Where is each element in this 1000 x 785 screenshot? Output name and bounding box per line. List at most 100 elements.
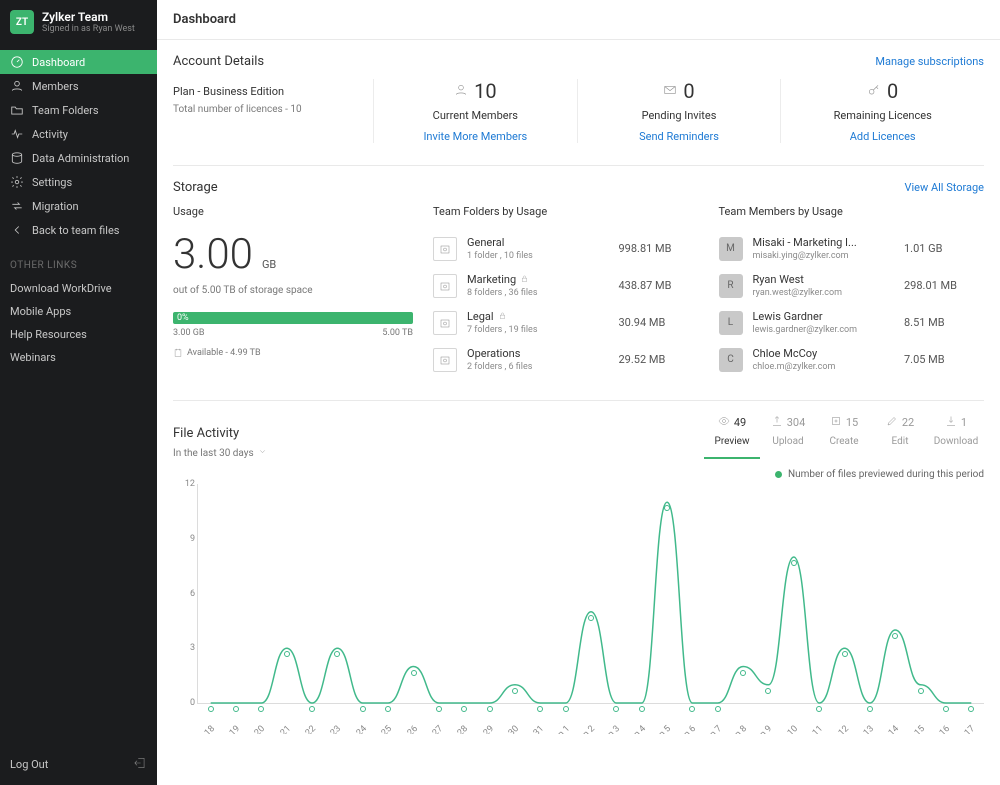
manage-subscriptions-link[interactable]: Manage subscriptions bbox=[875, 55, 984, 68]
add-licences-link[interactable]: Add Licences bbox=[789, 130, 976, 143]
account-row: Plan - Business Edition Total number of … bbox=[173, 79, 984, 166]
tab-preview[interactable]: 49Preview bbox=[704, 411, 760, 459]
x-tick: Jun 13 bbox=[850, 724, 876, 734]
sidebar-item-label: Members bbox=[32, 80, 79, 93]
sidebar-link-help[interactable]: Help Resources bbox=[0, 323, 157, 346]
tab-download[interactable]: 1Download bbox=[928, 411, 984, 459]
tab-label: Edit bbox=[872, 436, 928, 447]
x-tick: May 25 bbox=[366, 724, 394, 734]
arrow-left-icon bbox=[10, 223, 24, 237]
tab-upload[interactable]: 304Upload bbox=[760, 411, 816, 459]
folder-row[interactable]: General1 folder , 10 files998.81 MB bbox=[433, 230, 699, 267]
storage-section-header: Storage View All Storage bbox=[173, 180, 984, 195]
send-reminders-link[interactable]: Send Reminders bbox=[586, 130, 773, 143]
chart-legend: Number of files previewed during this pe… bbox=[173, 469, 984, 480]
sidebar-item-back[interactable]: Back to team files bbox=[0, 218, 157, 242]
stat-pending-invites: 0 Pending Invites Send Reminders bbox=[577, 79, 781, 143]
member-row[interactable]: MMisaki - Marketing I...misaki.ying@zylk… bbox=[719, 230, 985, 267]
data-point bbox=[512, 688, 518, 694]
sidebar-link-mobile[interactable]: Mobile Apps bbox=[0, 300, 157, 323]
x-tick: Jun 17 bbox=[951, 724, 977, 734]
gear-icon bbox=[10, 175, 24, 189]
plus-box-icon bbox=[830, 415, 842, 430]
usage-title: Usage bbox=[173, 205, 413, 218]
folder-icon bbox=[433, 311, 457, 335]
sidebar-item-data-admin[interactable]: Data Administration bbox=[0, 146, 157, 170]
member-row[interactable]: CChloe McCoychloe.m@zylker.com7.05 MB bbox=[719, 341, 985, 378]
activity-period-dropdown[interactable]: In the last 30 days bbox=[173, 447, 267, 459]
sidebar-item-dashboard[interactable]: Dashboard bbox=[0, 50, 157, 74]
sidebar-item-label: Team Folders bbox=[32, 104, 99, 117]
storage-title: Storage bbox=[173, 180, 218, 195]
member-row[interactable]: LLewis Gardnerlewis.gardner@zylker.com8.… bbox=[719, 304, 985, 341]
folder-name: General bbox=[467, 236, 619, 249]
data-point bbox=[765, 688, 771, 694]
member-email: lewis.gardner@zylker.com bbox=[753, 325, 905, 335]
folder-row[interactable]: Legal7 folders , 19 files30.94 MB bbox=[433, 304, 699, 341]
account-title: Account Details bbox=[173, 54, 264, 69]
sidebar-header: ZT Zylker Team Signed in as Ryan West bbox=[0, 0, 157, 44]
sidebar-item-members[interactable]: Members bbox=[0, 74, 157, 98]
tab-count: 15 bbox=[846, 416, 858, 429]
logout-link[interactable]: Log Out bbox=[10, 758, 48, 771]
x-tick: Jun 6 bbox=[676, 724, 699, 734]
sidebar-item-team-folders[interactable]: Team Folders bbox=[0, 98, 157, 122]
tab-label: Download bbox=[928, 436, 984, 447]
key-icon bbox=[867, 83, 881, 100]
x-tick: Jun 12 bbox=[824, 724, 850, 734]
page-title: Dashboard bbox=[157, 0, 1000, 40]
stat-value: 0 bbox=[887, 79, 898, 103]
folder-row[interactable]: Marketing8 folders , 36 files438.87 MB bbox=[433, 267, 699, 304]
y-tick: 3 bbox=[190, 643, 195, 653]
content: Account Details Manage subscriptions Pla… bbox=[157, 40, 1000, 734]
stat-value: 0 bbox=[683, 79, 694, 103]
activity-tabs: 49Preview304Upload 15 Create22Edit1Downloa… bbox=[704, 411, 984, 459]
member-size: 8.51 MB bbox=[904, 316, 984, 329]
x-tick: May 19 bbox=[214, 724, 242, 734]
avatar: L bbox=[719, 311, 743, 335]
sidebar-item-activity[interactable]: Activity bbox=[0, 122, 157, 146]
y-tick: 6 bbox=[190, 589, 195, 599]
sidebar-item-settings[interactable]: Settings bbox=[0, 170, 157, 194]
tab-create[interactable]: 15 Create bbox=[816, 411, 872, 459]
usage-value: 3.00 bbox=[173, 230, 253, 279]
data-point bbox=[284, 651, 290, 657]
lock-icon bbox=[498, 310, 507, 323]
database-icon bbox=[10, 151, 24, 165]
x-tick: Jun 4 bbox=[625, 724, 648, 734]
member-email: chloe.m@zylker.com bbox=[753, 362, 905, 372]
sidebar-item-migration[interactable]: Migration bbox=[0, 194, 157, 218]
x-tick: Jun 7 bbox=[701, 724, 724, 734]
folder-sub: 1 folder , 10 files bbox=[467, 251, 619, 261]
folder-sub: 7 folders , 19 files bbox=[467, 325, 619, 335]
members-title: Team Members by Usage bbox=[719, 205, 985, 218]
stat-value: 10 bbox=[474, 79, 496, 103]
sidebar-item-label: Dashboard bbox=[32, 56, 85, 69]
invite-members-link[interactable]: Invite More Members bbox=[382, 130, 569, 143]
data-point bbox=[411, 670, 417, 676]
tab-edit[interactable]: 22Edit bbox=[872, 411, 928, 459]
sidebar-link-download[interactable]: Download WorkDrive bbox=[0, 277, 157, 300]
usage-bar: 0% 3.00 GB 5.00 TB Available - 4.99 TB bbox=[173, 312, 413, 358]
team-members-col: Team Members by Usage MMisaki - Marketin… bbox=[719, 205, 985, 378]
x-tick: Jun 5 bbox=[650, 724, 673, 734]
main: Dashboard Account Details Manage subscri… bbox=[157, 0, 1000, 785]
member-email: misaki.ying@zylker.com bbox=[753, 251, 905, 261]
folder-size: 29.52 MB bbox=[619, 353, 699, 366]
x-tick: Jun 15 bbox=[900, 724, 926, 734]
sidebar-link-webinars[interactable]: Webinars bbox=[0, 346, 157, 369]
tab-label: Create bbox=[816, 436, 872, 447]
sidebar-item-label: Back to team files bbox=[32, 224, 119, 237]
usage-unit: GB bbox=[262, 258, 276, 271]
stat-label: Current Members bbox=[382, 109, 569, 122]
folder-icon bbox=[433, 274, 457, 298]
signed-in-as: Signed in as Ryan West bbox=[42, 24, 135, 34]
download-icon bbox=[945, 415, 957, 430]
view-all-storage-link[interactable]: View All Storage bbox=[904, 181, 984, 194]
member-row[interactable]: RRyan Westryan.west@zylker.com298.01 MB bbox=[719, 267, 985, 304]
folder-row[interactable]: Operations2 folders , 6 files29.52 MB bbox=[433, 341, 699, 378]
transfer-icon bbox=[10, 199, 24, 213]
x-tick: Jun 16 bbox=[926, 724, 952, 734]
x-tick: May 21 bbox=[265, 724, 293, 734]
gauge-icon bbox=[10, 55, 24, 69]
